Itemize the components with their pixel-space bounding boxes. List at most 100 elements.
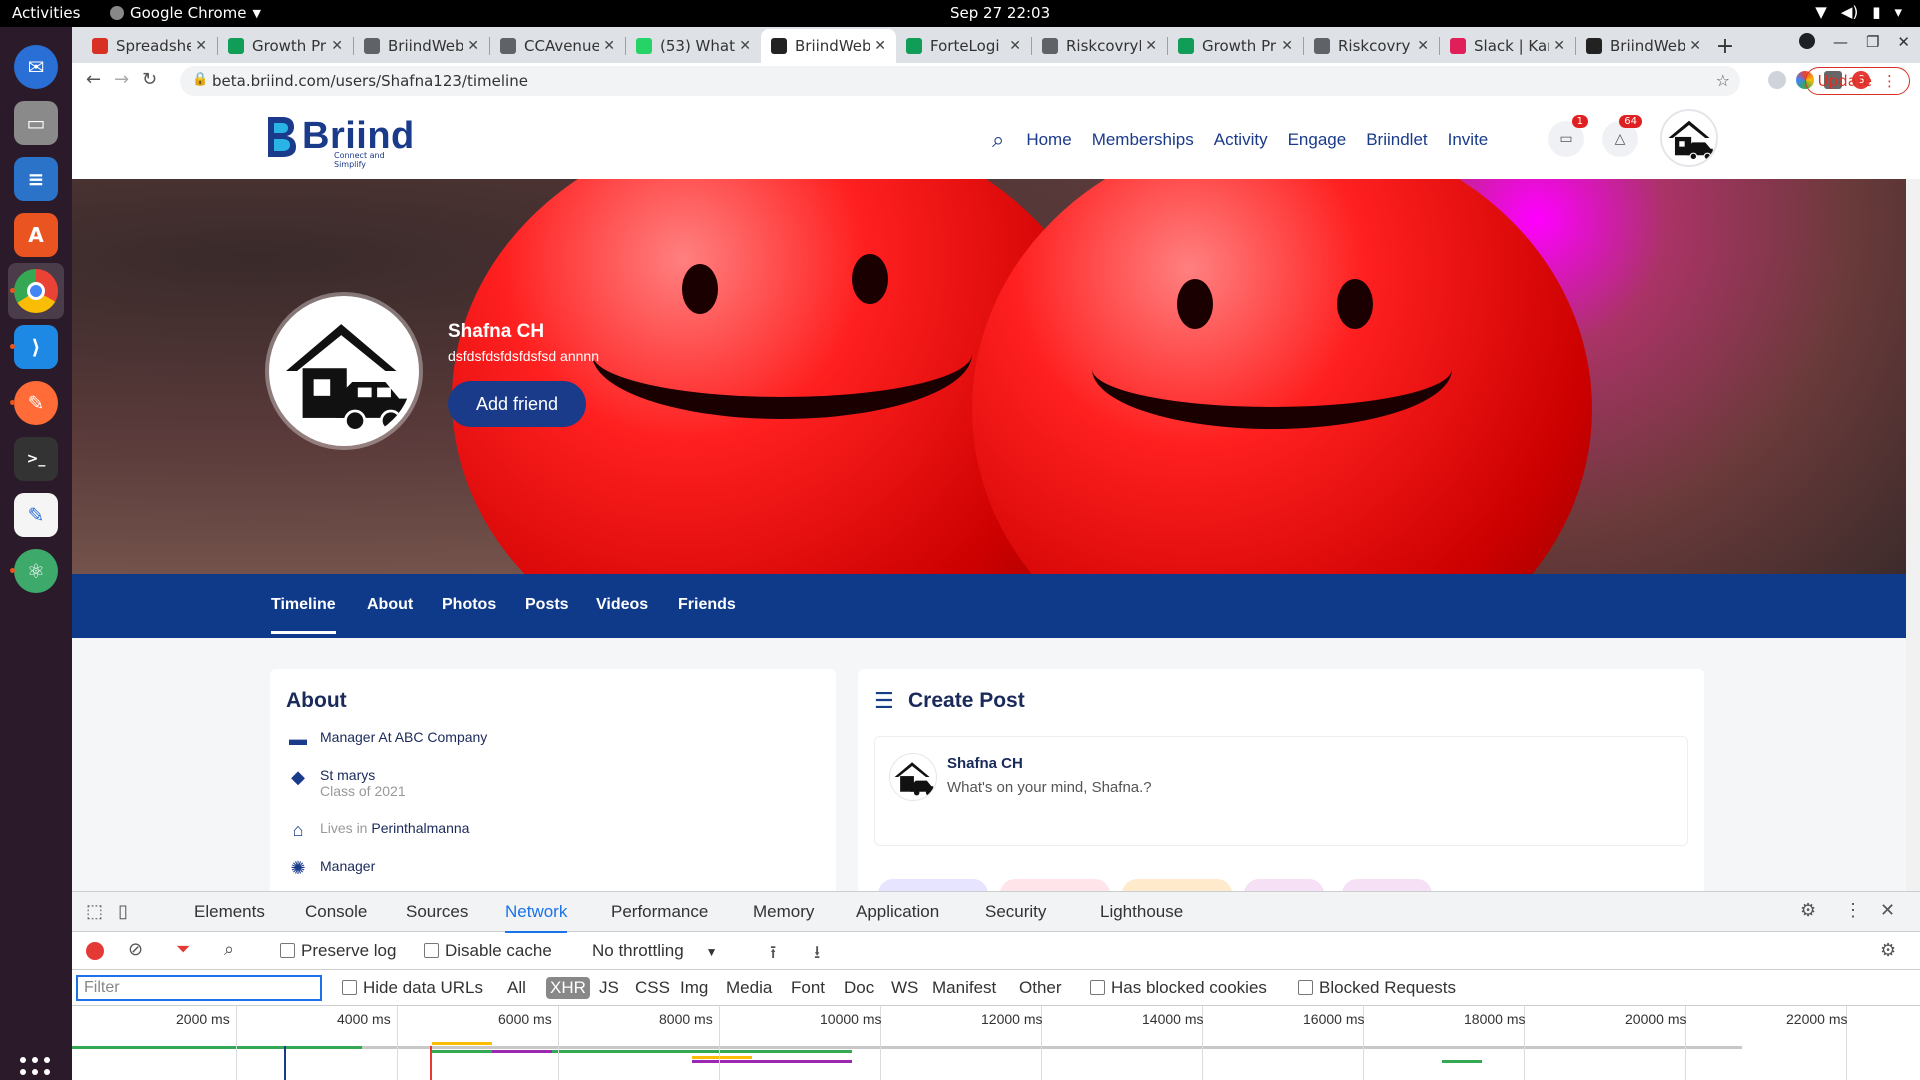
tab-friends[interactable]: Friends (678, 596, 736, 614)
tab-about[interactable]: About (367, 596, 413, 614)
export-har-icon[interactable]: ⭳ (814, 940, 820, 970)
network-timeline-overview[interactable]: 2000 ms 4000 ms 6000 ms 8000 ms 10000 ms 1200… (72, 1006, 1920, 1080)
network-settings-icon[interactable]: ⚙ (1880, 940, 1896, 961)
tab-timeline[interactable]: Timeline (271, 596, 336, 634)
tab-posts[interactable]: Posts (525, 596, 569, 614)
nav-invite[interactable]: Invite (1448, 130, 1489, 150)
nav-home[interactable]: Home (1026, 130, 1071, 150)
filter-css[interactable]: CSS (635, 978, 670, 998)
post-composer[interactable]: Shafna CH What's on your mind, Shafna.? (874, 736, 1688, 846)
maximize-icon[interactable]: ❐ (1866, 33, 1879, 51)
tab-search-icon[interactable] (1798, 33, 1815, 49)
clear-icon[interactable]: ⊘ (128, 939, 143, 960)
extension-globe-icon[interactable] (1768, 71, 1786, 89)
post-option-pill[interactable] (1244, 879, 1324, 891)
hide-data-urls-checkbox[interactable]: Hide data URLs (342, 978, 483, 998)
filter-ws[interactable]: WS (891, 978, 918, 998)
search-icon[interactable]: ⌕ (992, 127, 1004, 153)
show-applications-icon[interactable] (20, 1057, 52, 1080)
filter-font[interactable]: Font (791, 978, 825, 998)
post-option-pill[interactable] (1342, 879, 1432, 891)
close-tab-icon[interactable]: ✕ (467, 38, 479, 54)
dock-text-editor[interactable]: ✎ (8, 487, 64, 543)
close-tab-icon[interactable]: ✕ (874, 38, 886, 54)
minimize-icon[interactable]: — (1833, 33, 1848, 51)
dock-chrome[interactable] (8, 263, 64, 319)
briind-logo[interactable]: Briind Connect and Simplify (264, 113, 415, 169)
filter-img[interactable]: Img (680, 978, 708, 998)
close-tab-icon[interactable]: ✕ (603, 38, 615, 54)
close-devtools-icon[interactable]: ✕ (1880, 900, 1895, 921)
close-tab-icon[interactable]: ✕ (1145, 38, 1157, 54)
clock[interactable]: Sep 27 22:03 (950, 4, 1050, 22)
browser-tab[interactable]: ForteLogi ✕ (896, 29, 1031, 63)
devtools-tab-console[interactable]: Console (305, 902, 367, 922)
close-tab-icon[interactable]: ✕ (331, 38, 343, 54)
throttling-select[interactable]: No throttling ▼ (592, 941, 718, 961)
post-option-pill[interactable] (1000, 879, 1110, 891)
inspect-element-icon[interactable]: ⬚ (86, 901, 103, 922)
tab-photos[interactable]: Photos (442, 596, 496, 614)
devtools-tab-network[interactable]: Network (505, 902, 568, 933)
record-icon[interactable] (86, 942, 104, 960)
page-scrollbar[interactable] (1906, 179, 1920, 891)
post-option-pill[interactable] (878, 879, 988, 891)
close-tab-icon[interactable]: ✕ (1689, 38, 1701, 54)
browser-tab[interactable]: Slack | Kar ✕ (1440, 29, 1575, 63)
filter-media[interactable]: Media (726, 978, 772, 998)
dock-vscode[interactable]: ⟩ (8, 319, 64, 375)
nav-activity[interactable]: Activity (1214, 130, 1268, 150)
more-options-icon[interactable]: ⋮ (1844, 900, 1862, 921)
post-option-pill[interactable] (1122, 879, 1232, 891)
browser-tab[interactable]: RiskcovryE ✕ (1032, 29, 1167, 63)
browser-tab[interactable]: Riskcovry ✕ (1304, 29, 1439, 63)
filter-input[interactable]: Filter (76, 975, 322, 1001)
browser-tab[interactable]: BriindWeb ✕ (761, 29, 896, 63)
profile-avatar[interactable] (269, 296, 419, 446)
devtools-tab-performance[interactable]: Performance (611, 902, 708, 922)
messages-button[interactable]: ▭ 1 (1548, 115, 1588, 157)
dock-software[interactable]: A (8, 207, 64, 263)
post-input[interactable]: What's on your mind, Shafna.? (947, 779, 1152, 796)
devtools-tab-elements[interactable]: Elements (194, 902, 265, 922)
filter-icon[interactable]: ⏷ (176, 939, 190, 960)
filter-js[interactable]: JS (599, 978, 619, 998)
browser-tab[interactable]: Spreadshe ✕ (82, 29, 217, 63)
disable-cache-checkbox[interactable]: Disable cache (424, 941, 552, 961)
browser-tab[interactable]: BriindWeb ✕ (354, 29, 489, 63)
search-icon[interactable]: ⌕ (224, 939, 234, 960)
close-tab-icon[interactable]: ✕ (195, 38, 207, 54)
bookmark-star-icon[interactable]: ☆ (1716, 71, 1730, 90)
filter-manifest[interactable]: Manifest (932, 978, 996, 998)
close-tab-icon[interactable]: ✕ (1009, 38, 1021, 54)
browser-tab[interactable]: BriindWeb ✕ (1576, 29, 1711, 63)
has-blocked-cookies-checkbox[interactable]: Has blocked cookies (1090, 978, 1267, 998)
forward-icon[interactable]: → (114, 69, 129, 90)
nav-engage[interactable]: Engage (1288, 130, 1347, 150)
devtools-tab-application[interactable]: Application (856, 902, 939, 922)
devtools-tab-security[interactable]: Security (985, 902, 1046, 922)
close-window-icon[interactable]: ✕ (1897, 33, 1910, 51)
filter-all[interactable]: All (507, 978, 526, 998)
new-tab-button[interactable]: + (1711, 29, 1739, 63)
devtools-tab-memory[interactable]: Memory (753, 902, 814, 922)
filter-doc[interactable]: Doc (844, 978, 874, 998)
close-tab-icon[interactable]: ✕ (1281, 38, 1293, 54)
user-menu-avatar[interactable] (1660, 109, 1718, 167)
dock-atom[interactable]: ⚛ (8, 543, 64, 599)
browser-tab[interactable]: (53) What ✕ (626, 29, 761, 63)
reload-icon[interactable]: ↻ (142, 69, 157, 90)
browser-tab[interactable]: Growth Pr ✕ (1168, 29, 1303, 63)
nav-memberships[interactable]: Memberships (1092, 130, 1194, 150)
add-friend-button[interactable]: Add friend (448, 381, 586, 427)
dock-writer[interactable]: ≡ (8, 151, 64, 207)
nav-briindlet[interactable]: Briindlet (1366, 130, 1427, 150)
preserve-log-checkbox[interactable]: Preserve log (280, 941, 396, 961)
devtools-tab-sources[interactable]: Sources (406, 902, 468, 922)
tab-videos[interactable]: Videos (596, 596, 648, 614)
device-toolbar-icon[interactable]: ▯ (118, 901, 128, 922)
settings-gear-icon[interactable]: ⚙ (1800, 900, 1816, 921)
activities-button[interactable]: Activities (12, 4, 80, 22)
update-button[interactable]: Update ⋮ (1804, 67, 1910, 95)
browser-tab[interactable]: CCAvenue ✕ (490, 29, 625, 63)
